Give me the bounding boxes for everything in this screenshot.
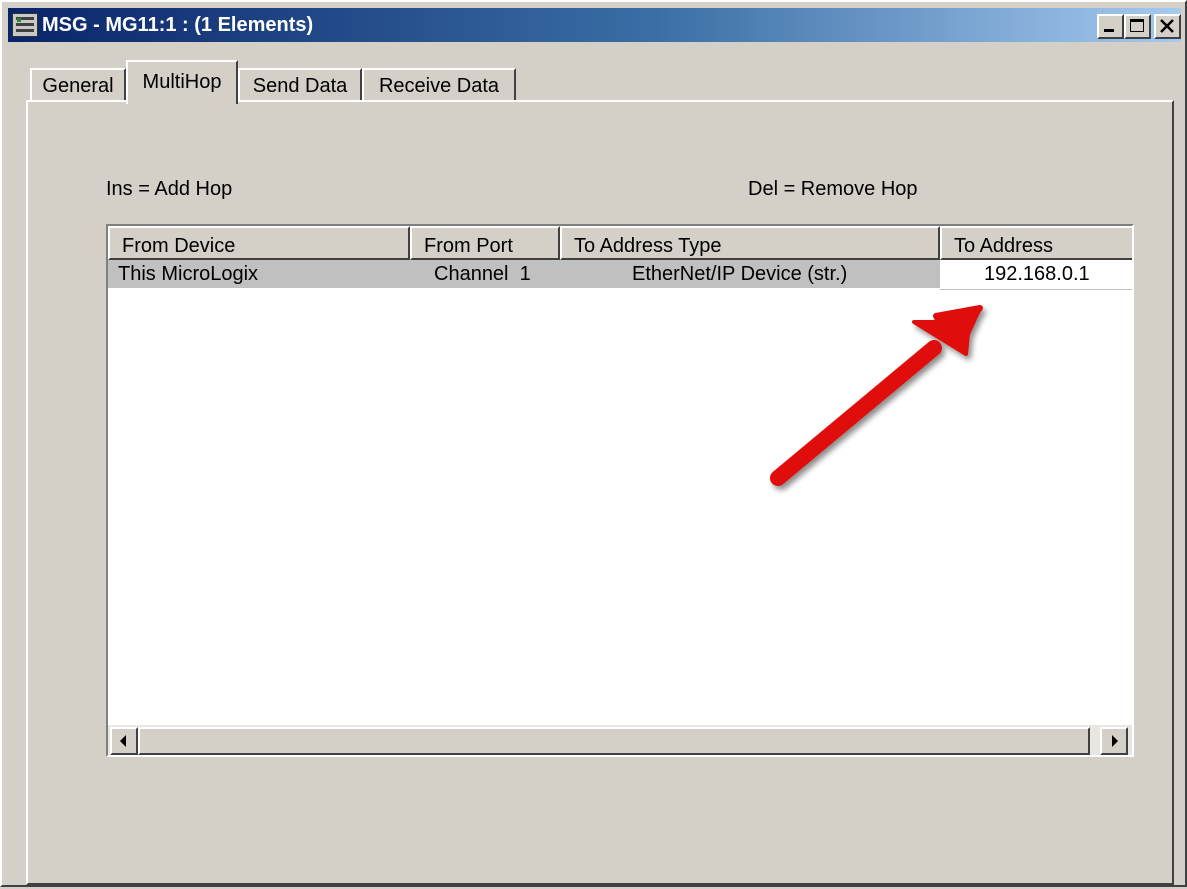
tab-multihop[interactable]: MultiHop	[126, 60, 238, 104]
window-title: MSG - MG11:1 : (1 Elements)	[42, 14, 314, 36]
scroll-left-button[interactable]	[110, 727, 138, 755]
tab-send-data[interactable]: Send Data	[238, 68, 362, 102]
cell-from-device[interactable]: This MicroLogix	[118, 260, 258, 288]
scroll-right-button[interactable]	[1100, 727, 1128, 755]
to-address-value[interactable]: 192.168.0.1	[984, 260, 1090, 288]
remove-hop-hint: Del = Remove Hop	[748, 178, 918, 200]
tab-receive-data[interactable]: Receive Data	[362, 68, 516, 102]
column-headers: From Device From Port To Address Type To…	[108, 226, 1132, 260]
column-header-from-device[interactable]: From Device	[108, 226, 410, 260]
cell-to-address-type[interactable]: EtherNet/IP Device (str.)	[632, 260, 847, 288]
column-header-to-address[interactable]: To Address	[940, 226, 1132, 260]
hops-list[interactable]: From Device From Port To Address Type To…	[106, 224, 1134, 757]
horizontal-scrollbar[interactable]	[108, 725, 1132, 755]
to-address-edit-field[interactable]: 192.168.0.1	[940, 260, 1132, 290]
scroll-right-arrow-icon	[1112, 735, 1118, 747]
maximize-button[interactable]	[1124, 14, 1151, 39]
scrollbar-thumb[interactable]	[138, 727, 1090, 755]
column-header-from-port[interactable]: From Port	[410, 226, 560, 260]
add-hop-hint: Ins = Add Hop	[106, 178, 233, 200]
column-header-to-address-type[interactable]: To Address Type	[560, 226, 940, 260]
plc-rack-icon[interactable]	[12, 13, 38, 37]
minimize-button[interactable]	[1097, 14, 1124, 39]
msg-dialog-window: MSG - MG11:1 : (1 Elements) General Mult…	[0, 0, 1187, 887]
cell-from-port[interactable]: Channel 1	[434, 260, 531, 288]
table-row[interactable]: This MicroLogix Channel 1 EtherNet/IP De…	[108, 260, 940, 288]
scroll-left-arrow-icon	[120, 735, 126, 747]
maximize-icon	[1130, 19, 1144, 32]
close-button[interactable]	[1154, 14, 1181, 39]
title-bar[interactable]: MSG - MG11:1 : (1 Elements)	[8, 8, 1181, 42]
tab-general[interactable]: General	[30, 68, 126, 102]
minimize-icon	[1104, 29, 1114, 32]
close-icon	[1160, 19, 1174, 33]
